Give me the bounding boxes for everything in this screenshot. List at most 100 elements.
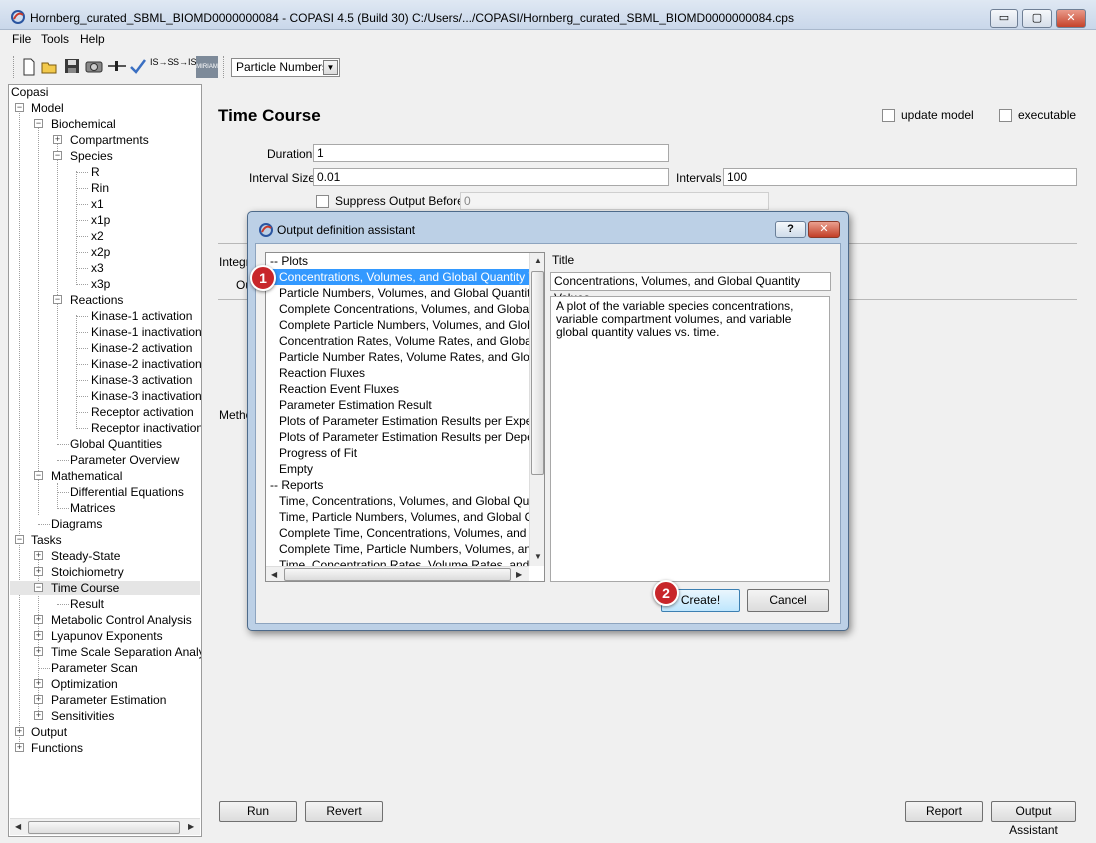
expand-icon[interactable]: + <box>34 551 43 560</box>
list-item[interactable]: Plots of Parameter Estimation Results pe… <box>266 413 530 429</box>
minimize-button[interactable]: ▭ <box>990 9 1018 28</box>
tree-stoichiometry[interactable]: Stoichiometry <box>51 565 124 579</box>
tree-reaction-item[interactable]: Kinase-3 activation <box>91 373 192 387</box>
collapse-icon[interactable]: − <box>15 535 24 544</box>
duration-input[interactable]: 1 <box>313 144 669 162</box>
tree-output[interactable]: Output <box>31 725 67 739</box>
tree-species-item[interactable]: x1p <box>91 213 110 227</box>
report-button[interactable]: Report <box>905 801 983 822</box>
save-icon[interactable] <box>63 58 81 76</box>
expand-icon[interactable]: + <box>34 695 43 704</box>
revert-button[interactable]: Revert <box>305 801 383 822</box>
tree-species-item[interactable]: x2 <box>91 229 104 243</box>
list-item[interactable]: Particle Numbers, Volumes, and Global Qu… <box>266 285 530 301</box>
executable-checkbox[interactable] <box>999 109 1012 122</box>
list-item[interactable]: Complete Particle Numbers, Volumes, and … <box>266 317 530 333</box>
tree-species[interactable]: Species <box>70 149 113 163</box>
list-item[interactable]: Plots of Parameter Estimation Results pe… <box>266 429 530 445</box>
list-item[interactable]: Progress of Fit <box>266 445 530 461</box>
list-item[interactable]: Time, Concentrations, Volumes, and Globa… <box>266 493 530 509</box>
tree-steady-state[interactable]: Steady-State <box>51 549 120 563</box>
tree-root[interactable]: Copasi <box>11 85 48 99</box>
menu-help[interactable]: Help <box>80 32 105 46</box>
miriam-icon[interactable]: MIRIAM <box>196 56 218 78</box>
definition-list[interactable]: -- Plots Concentrations, Volumes, and Gl… <box>265 252 545 582</box>
tree-tasks[interactable]: Tasks <box>31 533 62 547</box>
is-s-icon[interactable]: IS→S <box>150 58 174 76</box>
list-item[interactable]: Concentrations, Volumes, and Global Quan… <box>266 269 530 285</box>
scroll-up-icon[interactable]: ▲ <box>534 256 542 265</box>
tree-time-scale[interactable]: Time Scale Separation Analysis <box>51 645 201 659</box>
expand-icon[interactable]: + <box>34 567 43 576</box>
tree-matrices[interactable]: Matrices <box>70 501 115 515</box>
tree-optimization[interactable]: Optimization <box>51 677 118 691</box>
list-item[interactable]: Particle Number Rates, Volume Rates, and… <box>266 349 530 365</box>
expand-icon[interactable]: + <box>34 647 43 656</box>
expand-icon[interactable]: + <box>34 615 43 624</box>
new-file-icon[interactable] <box>20 58 38 76</box>
tree-global-quantities[interactable]: Global Quantities <box>70 437 162 451</box>
tree-result[interactable]: Result <box>70 597 104 611</box>
scroll-left-icon[interactable]: ◀ <box>15 822 21 831</box>
collapse-icon[interactable]: − <box>34 471 43 480</box>
check-icon[interactable] <box>129 58 147 76</box>
expand-icon[interactable]: + <box>15 743 24 752</box>
tree-species-item[interactable]: x1 <box>91 197 104 211</box>
expand-icon[interactable]: + <box>34 631 43 640</box>
tree-species-item[interactable]: Rin <box>91 181 109 195</box>
run-button[interactable]: Run <box>219 801 297 822</box>
scrollbar-thumb[interactable] <box>531 271 544 475</box>
tree-reaction-item[interactable]: Kinase-2 inactivation <box>91 357 201 371</box>
update-model-checkbox[interactable] <box>882 109 895 122</box>
scroll-right-icon[interactable]: ▶ <box>188 822 194 831</box>
list-item[interactable]: Complete Time, Concentrations, Volumes, … <box>266 525 530 541</box>
window-close-button[interactable]: ✕ <box>1056 9 1086 28</box>
tree-reaction-item[interactable]: Kinase-1 inactivation <box>91 325 201 339</box>
tree-diagrams[interactable]: Diagrams <box>51 517 102 531</box>
open-folder-icon[interactable] <box>41 58 59 76</box>
list-vertical-scrollbar[interactable]: ▲ ▼ <box>529 253 544 566</box>
expand-icon[interactable]: + <box>15 727 24 736</box>
expand-icon[interactable]: + <box>53 135 62 144</box>
scrollbar-thumb[interactable] <box>284 568 511 581</box>
camera-icon[interactable] <box>85 58 103 76</box>
tree-parameter-estimation[interactable]: Parameter Estimation <box>51 693 166 707</box>
interval-size-input[interactable]: 0.01 <box>313 168 669 186</box>
expand-icon[interactable]: + <box>34 679 43 688</box>
help-button[interactable]: ? <box>775 221 806 238</box>
tree-parameter-scan[interactable]: Parameter Scan <box>51 661 138 675</box>
tree-reaction-item[interactable]: Receptor inactivation <box>91 421 201 435</box>
tree-model[interactable]: Model <box>31 101 64 115</box>
tree-reaction-item[interactable]: Kinase-2 activation <box>91 341 192 355</box>
object-browser-tree[interactable]: Copasi − Model − Biochemical + Compartme… <box>8 84 202 837</box>
tree-species-item[interactable]: x3p <box>91 277 110 291</box>
menu-file[interactable]: File <box>12 32 31 46</box>
list-item[interactable]: Time, Particle Numbers, Volumes, and Glo… <box>266 509 530 525</box>
tree-reaction-item[interactable]: Kinase-1 activation <box>91 309 192 323</box>
intervals-input[interactable]: 100 <box>723 168 1077 186</box>
slider-icon[interactable] <box>107 58 126 76</box>
menu-tools[interactable]: Tools <box>41 32 69 46</box>
list-item[interactable]: Reaction Fluxes <box>266 365 530 381</box>
tree-parameter-overview[interactable]: Parameter Overview <box>70 453 179 467</box>
cancel-button[interactable]: Cancel <box>747 589 829 612</box>
scroll-down-icon[interactable]: ▼ <box>534 552 542 561</box>
expand-icon[interactable]: + <box>34 711 43 720</box>
s-is-icon[interactable]: S→IS <box>173 58 197 76</box>
tree-species-item[interactable]: x3 <box>91 261 104 275</box>
collapse-icon[interactable]: − <box>53 151 62 160</box>
suppress-output-checkbox[interactable] <box>316 195 329 208</box>
title-input[interactable]: Concentrations, Volumes, and Global Quan… <box>550 272 831 305</box>
tree-functions[interactable]: Functions <box>31 741 83 755</box>
list-item[interactable]: Reaction Event Fluxes <box>266 381 530 397</box>
suppress-output-input[interactable]: 0 <box>460 192 769 210</box>
maximize-button[interactable]: ▢ <box>1022 9 1052 28</box>
list-item[interactable]: Complete Concentrations, Volumes, and Gl… <box>266 301 530 317</box>
tree-species-item[interactable]: x2p <box>91 245 110 259</box>
scroll-left-icon[interactable]: ◀ <box>271 570 277 579</box>
list-item[interactable]: Parameter Estimation Result <box>266 397 530 413</box>
tree-biochemical[interactable]: Biochemical <box>51 117 116 131</box>
tree-reactions[interactable]: Reactions <box>70 293 123 307</box>
dialog-close-button[interactable]: ✕ <box>808 221 840 238</box>
collapse-icon[interactable]: − <box>34 583 43 592</box>
